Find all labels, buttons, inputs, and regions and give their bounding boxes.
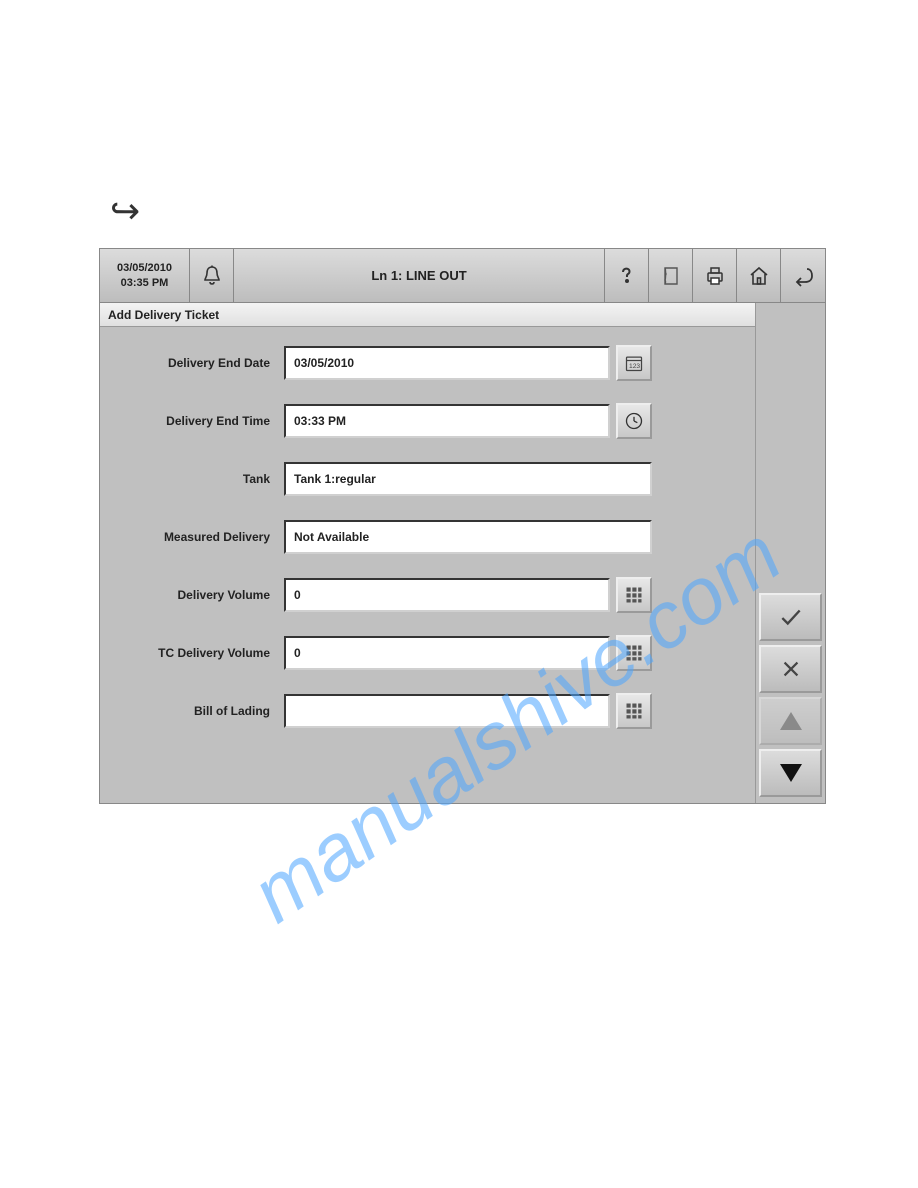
- body-area: Add Delivery Ticket Delivery End Date 03…: [100, 303, 825, 803]
- back-arrow-icon: [791, 264, 815, 288]
- input-delivery-end-date[interactable]: 03/05/2010: [284, 346, 610, 380]
- back-button[interactable]: [781, 249, 825, 302]
- print-button[interactable]: [693, 249, 737, 302]
- row-delivery-end-date: Delivery End Date 03/05/2010 123: [108, 345, 747, 381]
- row-bill-of-lading: Bill of Lading: [108, 693, 747, 729]
- header-datetime: 03/05/2010 03:35 PM: [100, 249, 190, 302]
- header-time: 03:35 PM: [121, 276, 169, 290]
- bell-icon: [200, 264, 224, 288]
- label-delivery-volume: Delivery Volume: [108, 588, 284, 602]
- input-delivery-end-time[interactable]: 03:33 PM: [284, 404, 610, 438]
- row-tc-delivery-volume: TC Delivery Volume 0: [108, 635, 747, 671]
- label-measured-delivery: Measured Delivery: [108, 530, 284, 544]
- date-picker-button[interactable]: 123: [616, 345, 652, 381]
- header-title: Ln 1: LINE OUT: [234, 249, 605, 302]
- time-picker-button[interactable]: [616, 403, 652, 439]
- home-icon: [747, 264, 771, 288]
- label-delivery-end-time: Delivery End Time: [108, 414, 284, 428]
- triangle-up-icon: [780, 712, 802, 730]
- home-button[interactable]: [737, 249, 781, 302]
- row-measured-delivery: Measured Delivery Not Available: [108, 519, 747, 555]
- clock-icon: [624, 411, 644, 431]
- keypad-button-tc-volume[interactable]: [616, 635, 652, 671]
- printer-icon: [703, 264, 727, 288]
- input-measured-delivery: Not Available: [284, 520, 652, 554]
- subheader-title: Add Delivery Ticket: [100, 303, 755, 327]
- notes-button[interactable]: [649, 249, 693, 302]
- help-icon: [615, 264, 639, 288]
- label-tank: Tank: [108, 472, 284, 486]
- label-bill-of-lading: Bill of Lading: [108, 704, 284, 718]
- scroll-down-button[interactable]: [759, 749, 822, 797]
- header-date: 03/05/2010: [117, 261, 172, 275]
- svg-text:123: 123: [629, 363, 640, 370]
- header-bar: 03/05/2010 03:35 PM Ln 1: LINE OUT: [100, 249, 825, 303]
- keypad-icon: [624, 701, 644, 721]
- side-panel: [755, 303, 825, 803]
- scroll-up-button[interactable]: [759, 697, 822, 745]
- row-delivery-volume: Delivery Volume 0: [108, 577, 747, 613]
- keypad-button-volume[interactable]: [616, 577, 652, 613]
- input-tc-delivery-volume[interactable]: 0: [284, 636, 610, 670]
- keypad-button-bol[interactable]: [616, 693, 652, 729]
- notes-icon: [659, 264, 683, 288]
- keypad-icon: [624, 643, 644, 663]
- x-icon: [780, 658, 802, 680]
- confirm-button[interactable]: [759, 593, 822, 641]
- keypad-icon: [624, 585, 644, 605]
- cancel-button[interactable]: [759, 645, 822, 693]
- row-delivery-end-time: Delivery End Time 03:33 PM: [108, 403, 747, 439]
- label-tc-delivery-volume: TC Delivery Volume: [108, 646, 284, 660]
- input-bill-of-lading[interactable]: [284, 694, 610, 728]
- form-area: Delivery End Date 03/05/2010 123 Deliver…: [100, 327, 755, 737]
- check-icon: [778, 604, 804, 630]
- calendar-icon: 123: [624, 353, 644, 373]
- alarm-button[interactable]: [190, 249, 234, 302]
- input-delivery-volume[interactable]: 0: [284, 578, 610, 612]
- row-tank: Tank Tank 1:regular: [108, 461, 747, 497]
- app-window: 03/05/2010 03:35 PM Ln 1: LINE OUT: [99, 248, 826, 804]
- label-delivery-end-date: Delivery End Date: [108, 356, 284, 370]
- main-panel: Add Delivery Ticket Delivery End Date 03…: [100, 303, 755, 803]
- page-back-arrow-icon: ↩: [110, 190, 140, 232]
- input-tank[interactable]: Tank 1:regular: [284, 462, 652, 496]
- triangle-down-icon: [780, 764, 802, 782]
- help-button[interactable]: [605, 249, 649, 302]
